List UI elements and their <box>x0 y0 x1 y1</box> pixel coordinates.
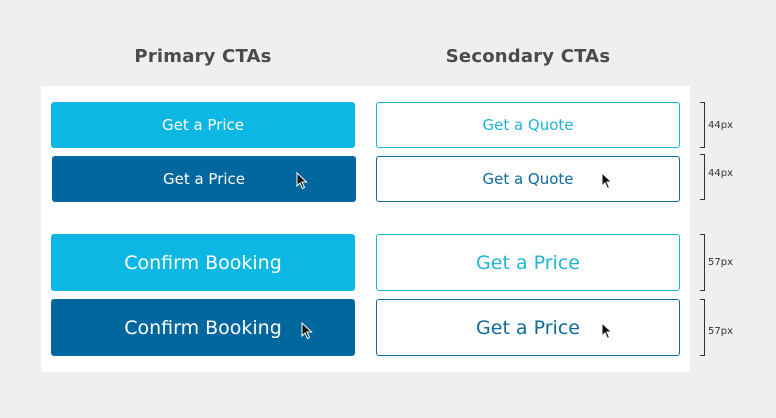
primary-large-default-button[interactable]: Confirm Booking <box>51 234 355 291</box>
primary-small-hover-button[interactable]: Get a Price <box>52 156 356 202</box>
secondary-large-default-button[interactable]: Get a Price <box>376 234 680 291</box>
height-bracket <box>700 234 705 291</box>
height-bracket <box>700 299 705 356</box>
primary-small-default-button[interactable]: Get a Price <box>51 102 355 148</box>
mouse-pointer-icon <box>301 322 313 340</box>
height-bracket <box>700 102 705 148</box>
mouse-pointer-icon <box>296 172 308 190</box>
secondary-small-default-button[interactable]: Get a Quote <box>376 102 680 148</box>
height-label: 57px <box>708 326 733 337</box>
secondary-ctas-heading: Secondary CTAs <box>445 46 611 67</box>
height-label: 44px <box>708 120 733 131</box>
secondary-small-hover-button[interactable]: Get a Quote <box>376 156 680 202</box>
primary-ctas-heading: Primary CTAs <box>134 46 272 67</box>
height-label: 57px <box>708 257 733 268</box>
height-label: 44px <box>708 168 733 179</box>
mouse-pointer-icon <box>601 172 613 190</box>
secondary-large-hover-button[interactable]: Get a Price <box>376 299 680 356</box>
mouse-pointer-icon <box>601 322 613 340</box>
height-bracket <box>700 154 705 200</box>
